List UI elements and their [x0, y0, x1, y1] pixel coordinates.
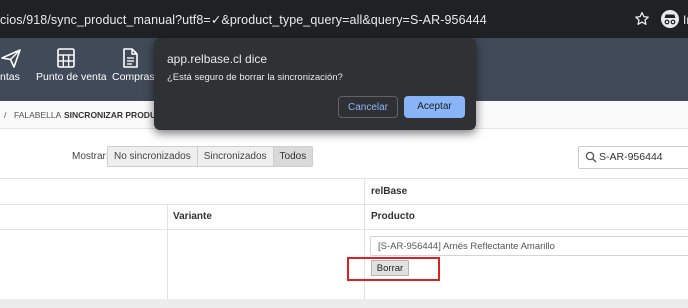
accept-button[interactable]: Aceptar — [404, 96, 465, 118]
filter-sincronizados[interactable]: Sincronizados — [197, 147, 274, 166]
table-divider — [0, 178, 688, 179]
column-divider — [167, 204, 168, 299]
search-value[interactable]: S-AR-956444 — [599, 151, 663, 163]
filter-todos[interactable]: Todos — [273, 147, 313, 166]
filter-label: Mostrar: — [72, 151, 109, 162]
cancel-button[interactable]: Cancelar — [338, 96, 398, 118]
search-icon — [585, 151, 597, 163]
relbase-group-header: relBase — [371, 186, 408, 197]
search-input[interactable]: S-AR-956444 — [578, 146, 688, 169]
nav-label: Compras — [112, 71, 155, 83]
dialog-message: ¿Está seguro de borrar la sincronización… — [167, 72, 343, 83]
nav-item-ventas[interactable]: ntas — [0, 38, 22, 101]
calculator-icon — [57, 48, 75, 68]
profile-label: In — [683, 13, 688, 27]
breadcrumb-separator: / — [4, 110, 7, 120]
browser-url-bar[interactable]: cios/918/sync_product_manual?utf8=✓&prod… — [0, 0, 688, 38]
breadcrumb-item-falabella[interactable]: FALABELLA — [14, 110, 61, 120]
table-divider — [0, 229, 688, 230]
filter-no-sincronizados[interactable]: No sincronizados — [108, 147, 198, 166]
highlight-annotation — [347, 257, 440, 281]
column-header-variante: Variante — [173, 211, 212, 222]
dialog-title: app.relbase.cl dice — [167, 52, 268, 66]
table-divider — [0, 204, 688, 205]
star-icon[interactable] — [634, 11, 650, 27]
url-text[interactable]: cios/918/sync_product_manual?utf8=✓&prod… — [0, 0, 487, 38]
incognito-profile-icon[interactable] — [661, 10, 679, 28]
send-icon — [1, 49, 21, 68]
table-footer-band — [0, 299, 688, 308]
breadcrumb-separator: / — [56, 110, 59, 120]
nav-item-punto-de-venta[interactable]: Punto de venta — [33, 38, 107, 101]
column-header-producto: Producto — [371, 211, 415, 222]
confirm-dialog: app.relbase.cl dice ¿Está seguro de borr… — [154, 38, 476, 130]
sync-filter-group: No sincronizados Sincronizados Todos — [107, 146, 314, 167]
nav-item-compras[interactable]: Compras — [110, 38, 155, 101]
nav-label: Punto de venta — [36, 71, 107, 83]
document-icon — [123, 48, 138, 68]
nav-label: ntas — [0, 71, 20, 83]
product-select[interactable]: [S-AR-956444] Arnés Reflectante Amarillo — [370, 236, 688, 256]
